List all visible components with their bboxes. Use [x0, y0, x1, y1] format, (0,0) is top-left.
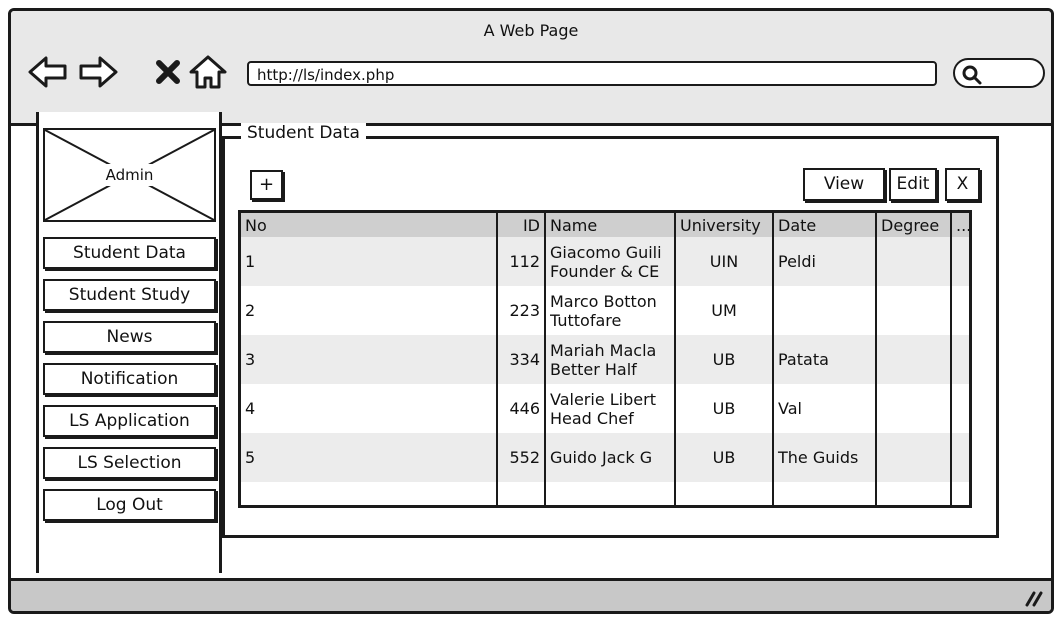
- close-button[interactable]: X: [945, 168, 980, 201]
- cell-id: 334: [497, 335, 546, 384]
- group-title: Student Data: [241, 123, 366, 143]
- cell-id: 552: [497, 433, 546, 482]
- student-table: No ID Name University Date Degree ... 1 …: [238, 210, 972, 508]
- admin-image-placeholder: Admin: [43, 128, 216, 222]
- cell-name: Valerie Libert Head Chef: [545, 384, 676, 433]
- sidebar-item-ls-application[interactable]: LS Application: [43, 405, 216, 437]
- cell-name: Marco Botton Tuttofare: [545, 286, 676, 335]
- column-header-no[interactable]: No: [241, 213, 498, 237]
- cell-university: UM: [675, 286, 774, 335]
- sidebar-item-news[interactable]: News: [43, 321, 216, 353]
- name-line-1: Mariah Macla: [550, 340, 657, 360]
- cell-more: [951, 335, 969, 384]
- cell-degree: [876, 384, 952, 433]
- cell-name: Guido Jack G: [545, 433, 676, 482]
- cell-date: Val: [773, 384, 877, 433]
- column-header-id[interactable]: ID: [497, 213, 546, 237]
- url-field[interactable]: http://ls/index.php: [247, 61, 937, 86]
- name-line-1: Marco Botton: [550, 291, 657, 311]
- table-row[interactable]: 5 552 Guido Jack G UB The Guids: [241, 433, 969, 482]
- cell-degree: [876, 237, 952, 286]
- sidebar-item-student-study[interactable]: Student Study: [43, 279, 216, 311]
- column-header-date[interactable]: Date: [773, 213, 877, 237]
- cell-no: 1: [241, 237, 498, 286]
- sidebar-item-notification[interactable]: Notification: [43, 363, 216, 395]
- sidebar-item-ls-selection[interactable]: LS Selection: [43, 447, 216, 479]
- admin-label: Admin: [99, 164, 160, 186]
- resize-grip-icon[interactable]: [1021, 589, 1043, 607]
- stop-icon[interactable]: [147, 51, 189, 93]
- cell-no: 2: [241, 286, 498, 335]
- cell-more: [951, 384, 969, 433]
- cell-degree: [876, 335, 952, 384]
- cell-more: [951, 237, 969, 286]
- cell-date: Patata: [773, 335, 877, 384]
- name-line-1: Guido Jack G: [550, 448, 653, 467]
- table-header-row: No ID Name University Date Degree ...: [241, 213, 969, 237]
- forward-arrow-icon[interactable]: [77, 51, 119, 93]
- name-line-1: Giacomo Guili: [550, 242, 662, 262]
- home-icon[interactable]: [187, 51, 229, 93]
- table-row[interactable]: 4 446 Valerie Libert Head Chef UB Val: [241, 384, 969, 433]
- name-line-2: Tuttofare: [550, 310, 622, 330]
- table-row[interactable]: 1 112 Giacomo Guili Founder & CE UIN Peld…: [241, 237, 969, 286]
- cell-no: 4: [241, 384, 498, 433]
- view-button[interactable]: View: [803, 168, 885, 201]
- table-row-empty: [241, 482, 969, 505]
- column-header-name[interactable]: Name: [545, 213, 676, 237]
- cell-university: UB: [675, 433, 774, 482]
- name-line-2: Head Chef: [550, 408, 634, 428]
- name-line-1: Valerie Libert: [550, 389, 656, 409]
- title-bar: A Web Page http://ls/index.php: [11, 11, 1051, 126]
- cell-degree: [876, 433, 952, 482]
- status-bar: [11, 578, 1051, 611]
- column-header-university[interactable]: University: [675, 213, 774, 237]
- cell-date: [773, 286, 877, 335]
- table-row[interactable]: 3 334 Mariah Macla Better Half UB Patata: [241, 335, 969, 384]
- window-title: A Web Page: [483, 21, 579, 40]
- cell-university: UB: [675, 384, 774, 433]
- add-button[interactable]: +: [250, 170, 283, 200]
- cell-id: 446: [497, 384, 546, 433]
- cell-university: UB: [675, 335, 774, 384]
- search-field[interactable]: [953, 58, 1045, 88]
- name-line-2: Founder & CE: [550, 261, 660, 281]
- cell-university: UIN: [675, 237, 774, 286]
- sidebar-item-student-data[interactable]: Student Data: [43, 237, 216, 269]
- cell-no: 3: [241, 335, 498, 384]
- edit-button[interactable]: Edit: [889, 168, 937, 201]
- name-line-2: Better Half: [550, 359, 637, 379]
- cell-name: Giacomo Guili Founder & CE: [545, 237, 676, 286]
- cell-more: [951, 433, 969, 482]
- column-header-degree[interactable]: Degree: [876, 213, 952, 237]
- search-icon: [962, 65, 982, 85]
- cell-id: 112: [497, 237, 546, 286]
- sidebar-item-log-out[interactable]: Log Out: [43, 489, 216, 521]
- table-row[interactable]: 2 223 Marco Botton Tuttofare UM: [241, 286, 969, 335]
- cell-id: 223: [497, 286, 546, 335]
- sidebar: Admin Student Data Student Study News No…: [36, 112, 222, 573]
- back-arrow-icon[interactable]: [27, 51, 69, 93]
- cell-more: [951, 286, 969, 335]
- cell-date: Peldi: [773, 237, 877, 286]
- cell-name: Mariah Macla Better Half: [545, 335, 676, 384]
- cell-date: The Guids: [773, 433, 877, 482]
- cell-no: 5: [241, 433, 498, 482]
- column-header-more[interactable]: ...: [951, 213, 969, 237]
- cell-degree: [876, 286, 952, 335]
